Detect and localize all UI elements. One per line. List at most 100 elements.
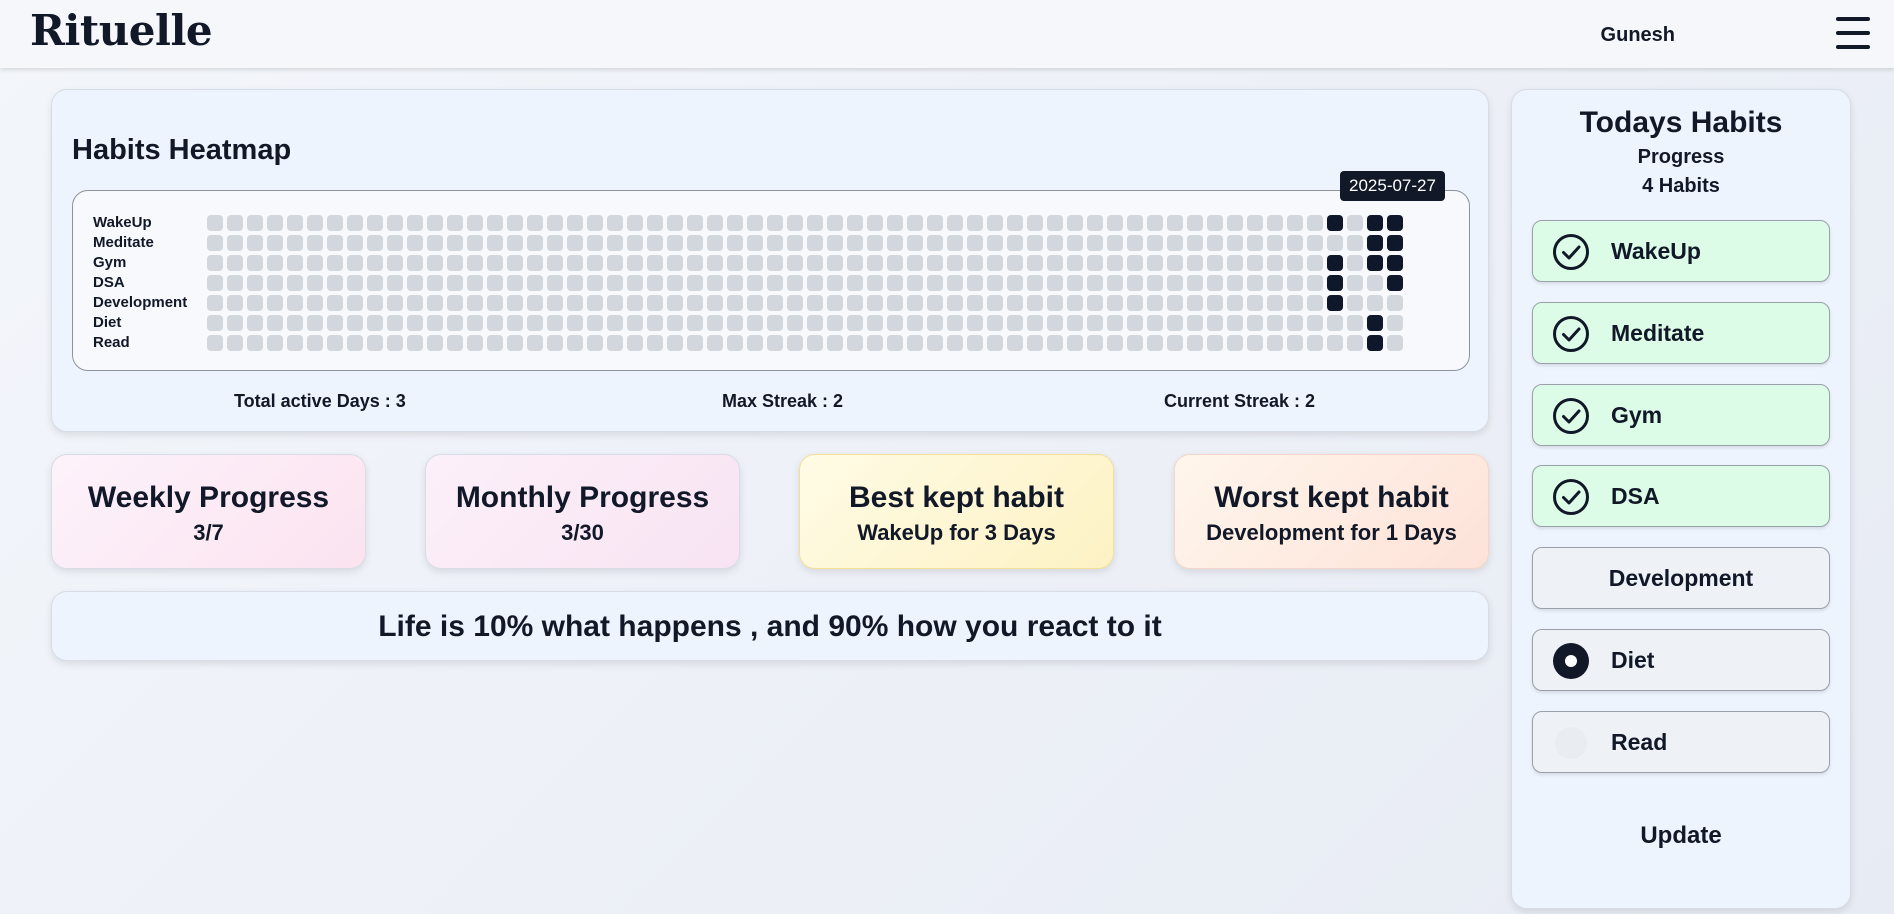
heatmap-cell[interactable] — [1227, 255, 1243, 271]
heatmap-cell[interactable] — [1247, 235, 1263, 251]
heatmap-cell[interactable] — [1047, 315, 1063, 331]
heatmap-cell[interactable] — [607, 295, 623, 311]
heatmap-cell[interactable] — [467, 335, 483, 351]
heatmap-cell[interactable] — [1007, 315, 1023, 331]
heatmap-cell[interactable] — [467, 255, 483, 271]
heatmap-cell[interactable] — [387, 255, 403, 271]
heatmap-cell[interactable] — [427, 275, 443, 291]
heatmap-cell[interactable] — [427, 255, 443, 271]
heatmap-cell[interactable] — [847, 315, 863, 331]
heatmap-cell[interactable] — [987, 315, 1003, 331]
heatmap-cell[interactable] — [567, 215, 583, 231]
heatmap-cell[interactable] — [447, 315, 463, 331]
heatmap-cell[interactable] — [227, 275, 243, 291]
heatmap-cell[interactable] — [427, 215, 443, 231]
heatmap-cell[interactable] — [447, 235, 463, 251]
heatmap-cell[interactable] — [887, 215, 903, 231]
heatmap-cell[interactable] — [1087, 275, 1103, 291]
heatmap-cell[interactable] — [827, 275, 843, 291]
heatmap-cell[interactable] — [287, 255, 303, 271]
habit-item-development[interactable]: Development — [1532, 547, 1830, 609]
heatmap-cell[interactable] — [527, 235, 543, 251]
heatmap-cell[interactable] — [987, 335, 1003, 351]
heatmap-cell[interactable] — [807, 295, 823, 311]
heatmap-cell[interactable] — [227, 255, 243, 271]
heatmap-cell[interactable] — [827, 335, 843, 351]
heatmap-cell[interactable] — [1167, 275, 1183, 291]
heatmap-cell[interactable] — [1287, 335, 1303, 351]
heatmap-cell[interactable] — [347, 235, 363, 251]
heatmap-cell[interactable] — [867, 335, 883, 351]
heatmap-cell-active[interactable] — [1327, 295, 1343, 311]
heatmap-cell[interactable] — [587, 215, 603, 231]
heatmap-cell[interactable] — [947, 235, 963, 251]
heatmap-cell[interactable] — [1387, 295, 1403, 311]
heatmap-cell[interactable] — [807, 235, 823, 251]
heatmap-cell[interactable] — [1267, 255, 1283, 271]
heatmap-cell[interactable] — [967, 295, 983, 311]
heatmap-cell[interactable] — [1047, 215, 1063, 231]
heatmap-cell[interactable] — [727, 235, 743, 251]
heatmap-cell[interactable] — [447, 255, 463, 271]
heatmap-cell[interactable] — [587, 235, 603, 251]
heatmap-cell[interactable] — [907, 215, 923, 231]
heatmap-cell[interactable] — [307, 275, 323, 291]
heatmap-cell[interactable] — [667, 255, 683, 271]
heatmap-cell[interactable] — [947, 215, 963, 231]
heatmap-cell[interactable] — [1167, 335, 1183, 351]
heatmap-cell[interactable] — [747, 215, 763, 231]
heatmap-cell[interactable] — [967, 315, 983, 331]
heatmap-cell[interactable] — [767, 275, 783, 291]
heatmap-cell[interactable] — [1067, 275, 1083, 291]
heatmap-cell[interactable] — [307, 295, 323, 311]
heatmap-cell[interactable] — [1267, 215, 1283, 231]
heatmap-cell[interactable] — [867, 315, 883, 331]
heatmap-cell[interactable] — [307, 315, 323, 331]
heatmap-cell[interactable] — [807, 335, 823, 351]
heatmap-cell[interactable] — [987, 255, 1003, 271]
heatmap-cell[interactable] — [407, 315, 423, 331]
heatmap-cell[interactable] — [1267, 315, 1283, 331]
heatmap-cell[interactable] — [627, 275, 643, 291]
heatmap-cell[interactable] — [947, 315, 963, 331]
heatmap-cell[interactable] — [587, 315, 603, 331]
heatmap-cell[interactable] — [1127, 275, 1143, 291]
heatmap-cell[interactable] — [387, 335, 403, 351]
heatmap-cell[interactable] — [1207, 235, 1223, 251]
heatmap-cell[interactable] — [567, 235, 583, 251]
heatmap-cell[interactable] — [807, 315, 823, 331]
heatmap-cell[interactable] — [887, 315, 903, 331]
heatmap-cell[interactable] — [667, 275, 683, 291]
heatmap-cell[interactable] — [567, 335, 583, 351]
heatmap-cell[interactable] — [387, 295, 403, 311]
heatmap-cell[interactable] — [367, 275, 383, 291]
heatmap-cell[interactable] — [1247, 295, 1263, 311]
heatmap-cell[interactable] — [387, 275, 403, 291]
heatmap-cell[interactable] — [347, 335, 363, 351]
heatmap-cell[interactable] — [1107, 235, 1123, 251]
heatmap-cell[interactable] — [427, 295, 443, 311]
heatmap-cell[interactable] — [727, 315, 743, 331]
heatmap-cell[interactable] — [267, 295, 283, 311]
heatmap-cell[interactable] — [747, 255, 763, 271]
heatmap-cell[interactable] — [867, 255, 883, 271]
heatmap-cell[interactable] — [767, 215, 783, 231]
heatmap-cell[interactable] — [567, 295, 583, 311]
heatmap-cell[interactable] — [1287, 295, 1303, 311]
heatmap-cell[interactable] — [1387, 315, 1403, 331]
heatmap-cell[interactable] — [767, 235, 783, 251]
heatmap-cell[interactable] — [607, 215, 623, 231]
heatmap-cell[interactable] — [1187, 295, 1203, 311]
heatmap-cell[interactable] — [847, 335, 863, 351]
heatmap-cell[interactable] — [1007, 235, 1023, 251]
heatmap-cell[interactable] — [927, 315, 943, 331]
heatmap-cell[interactable] — [647, 235, 663, 251]
heatmap-cell[interactable] — [827, 315, 843, 331]
heatmap-cell[interactable] — [287, 315, 303, 331]
heatmap-cell[interactable] — [1187, 235, 1203, 251]
heatmap-cell[interactable] — [467, 235, 483, 251]
heatmap-cell[interactable] — [1107, 275, 1123, 291]
heatmap-cell[interactable] — [1007, 335, 1023, 351]
heatmap-cell[interactable] — [907, 275, 923, 291]
heatmap-cell[interactable] — [287, 335, 303, 351]
